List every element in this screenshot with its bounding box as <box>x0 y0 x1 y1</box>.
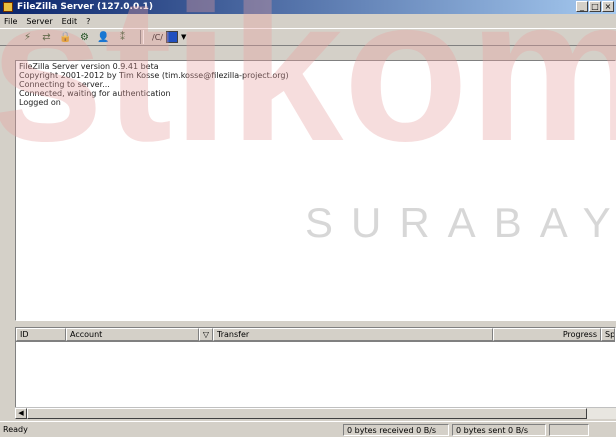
groups-icon[interactable]: ⁑ <box>115 30 130 45</box>
connect-icon[interactable]: ⚡ <box>20 30 35 45</box>
transfer-list[interactable]: ID Account ▽ Transfer Progress Sp <box>15 327 616 409</box>
column-id[interactable]: ID <box>16 328 66 341</box>
menu-edit[interactable]: Edit <box>62 17 78 26</box>
column-transfer[interactable]: Transfer <box>213 328 493 341</box>
status-bar: Ready 0 bytes received 0 B/s 0 bytes sen… <box>0 421 616 437</box>
log-line: Connected, waiting for authentication <box>19 89 171 98</box>
toolbar: ⚡ ⇄ 🔒 ⚙ 👤 ⁑ /C/ ▼ <box>0 28 616 46</box>
menu-server[interactable]: Server <box>26 17 52 26</box>
active-directory-label: /C/ <box>152 32 163 42</box>
list-header: ID Account ▽ Transfer Progress Sp <box>16 328 615 342</box>
window-title: FileZilla Server (127.0.0.1) <box>17 2 154 12</box>
menu-help[interactable]: ? <box>86 17 90 26</box>
menu-bar: File Server Edit ? <box>0 15 616 27</box>
menu-file[interactable]: File <box>4 17 17 26</box>
log-line: FileZilla Server version 0.9.41 beta <box>19 62 159 71</box>
column-account[interactable]: Account <box>66 328 199 341</box>
settings-icon[interactable]: ⚙ <box>77 30 92 45</box>
column-progress[interactable]: Progress <box>493 328 601 341</box>
app-icon <box>3 2 13 12</box>
status-received: 0 bytes received 0 B/s <box>343 423 449 436</box>
horizontal-scrollbar[interactable]: ◀ <box>15 407 616 419</box>
toolbar-separator <box>140 30 144 44</box>
app-window: FileZilla Server (127.0.0.1) _ □ × File … <box>0 0 616 437</box>
chevron-down-icon[interactable]: ▼ <box>181 33 186 41</box>
close-button[interactable]: × <box>602 1 614 12</box>
column-speed[interactable]: Sp <box>601 328 615 341</box>
status-indicator <box>549 423 589 436</box>
users-icon[interactable]: 👤 <box>96 30 111 45</box>
title-bar[interactable]: FileZilla Server (127.0.0.1) _ □ × <box>0 0 616 14</box>
maximize-button[interactable]: □ <box>589 1 601 12</box>
directory-combo[interactable] <box>165 31 178 43</box>
status-ready: Ready <box>3 425 28 434</box>
log-line: Connecting to server... <box>19 80 110 89</box>
log-line: Logged on <box>19 98 61 107</box>
scroll-left-icon[interactable]: ◀ <box>15 408 27 419</box>
log-pane[interactable]: FileZilla Server version 0.9.41 beta Cop… <box>15 60 616 321</box>
lock-icon[interactable]: 🔒 <box>58 30 73 45</box>
scroll-thumb[interactable] <box>27 408 587 419</box>
disconnect-icon[interactable]: ⇄ <box>39 30 54 45</box>
status-sent: 0 bytes sent 0 B/s <box>452 423 546 436</box>
log-line: Copyright 2001-2012 by Tim Kosse (tim.ko… <box>19 71 289 80</box>
minimize-button[interactable]: _ <box>576 1 588 12</box>
sort-indicator-icon[interactable]: ▽ <box>199 328 213 341</box>
